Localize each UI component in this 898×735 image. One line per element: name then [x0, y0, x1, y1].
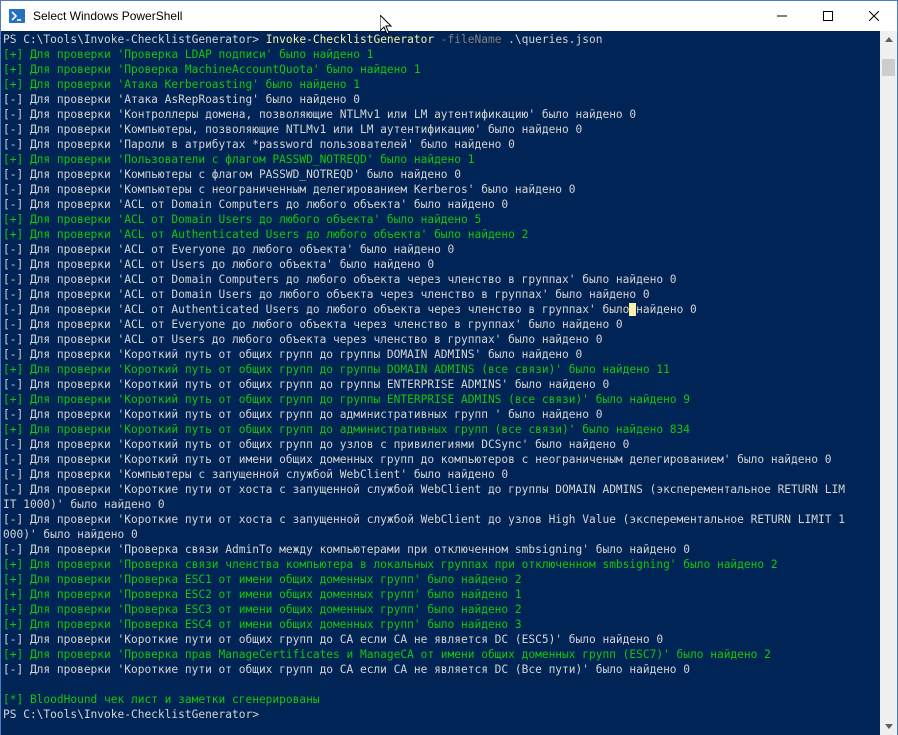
output-line: [-] Для проверки 'ACL от Everyone до люб…	[3, 243, 455, 256]
maximize-button[interactable]	[805, 1, 851, 31]
output-line: [+] Для проверки 'Короткий путь от общих…	[3, 393, 691, 406]
minimize-icon	[777, 15, 787, 17]
output-line: [+] Для проверки 'Пользователи с флагом …	[3, 153, 475, 166]
command-parameter: -fileName	[434, 33, 502, 46]
output-line: [+] Для проверки 'Проверка ESC1 от имени…	[3, 573, 522, 586]
output-line: [-] Для проверки 'Компьютеры с неогранич…	[3, 183, 576, 196]
output-line: [-] Для проверки 'Короткий путь от общих…	[3, 348, 583, 361]
output-line: [-] Для проверки 'Компьютеры с флагом PA…	[3, 168, 462, 181]
output-line: [-] Для проверки 'ACL от Users до любого…	[3, 333, 603, 346]
output-line: [-] Для проверки 'ACL от Everyone до люб…	[3, 318, 623, 331]
output-line: [+] Для проверки 'Короткий путь от общих…	[3, 363, 670, 376]
output-line: [+] Для проверки 'Проверка ESC2 от имени…	[3, 588, 522, 601]
output-line: [-] Для проверки 'Компьютеры, позволяющи…	[3, 123, 583, 136]
scroll-down-button[interactable]	[880, 718, 897, 735]
command-line: PS C:\Tools\Invoke-ChecklistGenerator> I…	[3, 32, 880, 47]
output-line: [-] Для проверки 'ACL от Users до любого…	[3, 258, 435, 271]
close-button[interactable]	[851, 1, 897, 31]
output-line: [-] Для проверки 'ACL от Domain Users до…	[3, 288, 650, 301]
output-line: 000)' было найдено 0	[3, 528, 138, 541]
output-line: [-] Для проверки 'Короткие пути от общих…	[3, 633, 664, 646]
output-line: [+] Для проверки 'Проверка MachineAccoun…	[3, 63, 421, 76]
command-name: Invoke-ChecklistGenerator	[265, 33, 435, 46]
output-line: [+] Для проверки 'Проверка связи членств…	[3, 558, 778, 571]
window-title: Select Windows PowerShell	[33, 9, 183, 23]
powershell-window: Select Windows PowerShell PS C:\Tools\In…	[0, 0, 898, 735]
output-line: [-] Для проверки 'Короткий путь от общих…	[3, 438, 630, 451]
output-line: [+] Для проверки 'Проверка ESC4 от имени…	[3, 618, 522, 631]
output-line: [+] Для проверки 'Проверка прав ManageCe…	[3, 648, 771, 661]
output-line: [+] Для проверки 'Атака Kerberoasting' б…	[3, 78, 360, 91]
output-line: [-] Для проверки 'Короткие пути от хоста…	[3, 483, 845, 496]
output-line: [-] Для проверки 'Короткий путь от общих…	[3, 378, 610, 391]
output-line: [+] Для проверки 'Проверка LDAP подписи'…	[3, 48, 374, 61]
output-line: [+] Для проверки 'ACL от Domain Users до…	[3, 213, 482, 226]
output-line: [-] Для проверки 'Короткий путь от общих…	[3, 408, 603, 421]
output-line: [-] Для проверки 'Короткий путь от имени…	[3, 453, 832, 466]
output-line: [-] Для проверки 'Короткие пути от хоста…	[3, 513, 845, 526]
output-line: [+] Для проверки 'Проверка ESC3 от имени…	[3, 603, 522, 616]
output-line: [-] Для проверки 'Пароли в атрибутах *pa…	[3, 138, 515, 151]
output-line: IT 1000)' было найдено 0	[3, 498, 165, 511]
output-line: [-] Для проверки 'Компьютеры с запущенно…	[3, 468, 509, 481]
output-line: [-] Для проверки 'Атака AsRepRoasting' б…	[3, 93, 360, 106]
command-argument: .\queries.json	[501, 33, 603, 46]
minimize-button[interactable]	[759, 1, 805, 31]
output-line: [-] Для проверки 'Контроллеры домена, по…	[3, 108, 637, 121]
output-line: [-] Для проверки 'Короткие пути от общих…	[3, 663, 691, 676]
output-line: [-] Для проверки 'ACL от Domain Computer…	[3, 198, 509, 211]
prompt: PS C:\Tools\Invoke-ChecklistGenerator>	[3, 33, 266, 46]
close-icon	[869, 11, 879, 21]
output-line: [+] Для проверки 'Короткий путь от общих…	[3, 423, 691, 436]
scroll-up-button[interactable]	[880, 31, 897, 48]
text-cursor	[629, 303, 637, 316]
chevron-up-icon	[884, 37, 893, 42]
maximize-icon	[823, 11, 833, 21]
console-output[interactable]: PS C:\Tools\Invoke-ChecklistGenerator> I…	[1, 31, 880, 735]
chevron-down-icon	[884, 724, 893, 729]
output-line: [-] Для проверки 'ACL от Authenticated U…	[3, 303, 697, 316]
title-bar[interactable]: Select Windows PowerShell	[1, 1, 897, 31]
output-line: [-] Для проверки 'Проверка связи AdminTo…	[3, 543, 691, 556]
mouse-pointer-icon	[379, 13, 393, 40]
vertical-scrollbar[interactable]	[880, 31, 897, 735]
output-line: [+] Для проверки 'ACL от Authenticated U…	[3, 228, 529, 241]
output-line: [*] BloodHound чек лист и заметки сгенер…	[3, 693, 320, 706]
scrollbar-thumb[interactable]	[882, 59, 895, 76]
output-line: PS C:\Tools\Invoke-ChecklistGenerator>	[3, 708, 259, 721]
output-line: [-] Для проверки 'ACL от Domain Computer…	[3, 273, 677, 286]
powershell-icon	[9, 8, 25, 24]
window-controls	[759, 1, 897, 31]
